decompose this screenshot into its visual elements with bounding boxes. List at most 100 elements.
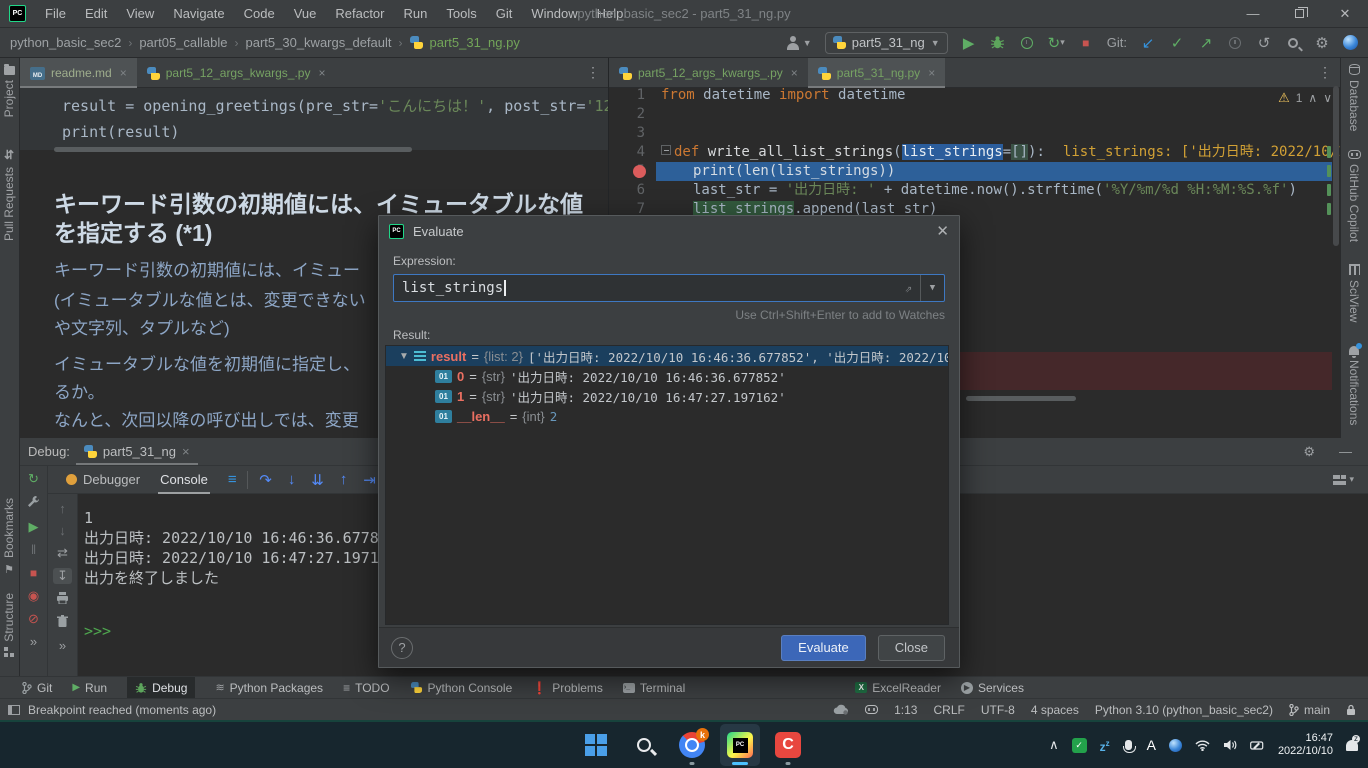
coverage-button[interactable]: ↻▾ [1048, 33, 1065, 53]
code-line-1[interactable]: from datetime import datetime [661, 86, 1340, 105]
toolwindow-services[interactable]: ▶ Services [961, 677, 1024, 699]
next-problem-icon[interactable]: ∨ [1323, 91, 1332, 105]
toolwindow-excelreader[interactable]: X ExcelReader [855, 677, 941, 699]
start-button[interactable] [576, 724, 616, 766]
menu-file[interactable]: File [45, 6, 66, 21]
taskbar-search-button[interactable] [624, 724, 664, 766]
menu-vue[interactable]: Vue [294, 6, 317, 21]
breadcrumb-file[interactable]: part5_31_ng.py [430, 35, 520, 50]
stop-button[interactable]: ■ [30, 566, 37, 580]
more-actions-button[interactable]: » [30, 635, 37, 649]
debug-settings-button[interactable]: ⚙ [1303, 444, 1315, 460]
pen-battery-icon[interactable] [1250, 740, 1265, 751]
close-icon[interactable]: ✕ [936, 222, 949, 240]
toolwindow-python-console[interactable]: Python Console [410, 677, 513, 699]
settings-button[interactable] [27, 495, 40, 511]
sidebar-item-pull-requests[interactable]: ⇵ Pull Requests [2, 148, 16, 241]
ime-mode-indicator[interactable]: A [1147, 737, 1156, 753]
antivirus-tray-icon[interactable]: ✓ [1072, 738, 1087, 753]
git-commit-button[interactable]: ✓ [1169, 33, 1185, 53]
horizontal-scrollbar[interactable] [54, 147, 412, 152]
down-stack-button[interactable]: ↓ [59, 524, 66, 538]
step-into-my-code-button[interactable]: ⇊ [310, 470, 326, 490]
toolwindow-git[interactable]: Git [22, 677, 52, 699]
inspections-widget[interactable]: ⚠ 1 ∧ ∨ [1278, 90, 1332, 106]
tab-part5-12[interactable]: part5_12_args_kwargs_.py × [609, 58, 808, 88]
more-tabs-button[interactable]: ⋮ [1310, 58, 1340, 87]
hide-panel-button[interactable]: — [1339, 444, 1352, 460]
debug-button[interactable] [990, 33, 1006, 53]
toolwindow-todo[interactable]: ≡ TODO [343, 677, 389, 699]
profile-menu-button[interactable]: ▼ [786, 36, 812, 50]
sidebar-item-structure[interactable]: Structure [2, 593, 16, 657]
chevron-down-icon[interactable]: ▼ [399, 351, 409, 362]
code-line-5[interactable]: print(len(list_strings)) [661, 162, 1340, 181]
sidebar-item-github-copilot[interactable]: GitHub Copilot [1347, 150, 1361, 242]
code-line-6[interactable]: last_str = '出力日時: ' + datetime.now().str… [661, 181, 1340, 200]
stop-button[interactable]: ■ [1078, 33, 1094, 53]
close-tab-icon[interactable]: × [928, 66, 935, 80]
menu-window[interactable]: Window [531, 6, 577, 21]
rerun-button[interactable]: ↻ [28, 472, 39, 486]
close-tab-icon[interactable]: × [120, 66, 127, 80]
breadcrumb-project[interactable]: python_basic_sec2 [10, 35, 121, 50]
lock-icon[interactable] [1346, 704, 1356, 716]
horizontal-scrollbar[interactable] [966, 396, 1076, 401]
prev-problem-icon[interactable]: ∧ [1308, 91, 1317, 105]
menu-navigate[interactable]: Navigate [173, 6, 224, 21]
step-over-button[interactable]: ↷ [258, 470, 274, 490]
code-line-4[interactable]: def write_all_list_strings(list_strings=… [661, 143, 1340, 162]
result-child-row[interactable]: 01 1 = {str} '出力日時: 2022/10/10 16:47:27.… [386, 386, 948, 406]
taskbar-chrome[interactable]: k [672, 724, 712, 766]
debug-session-tab[interactable]: part5_31_ng × [84, 444, 190, 459]
menu-run[interactable]: Run [404, 6, 428, 21]
history-dropdown-button[interactable]: ▼ [920, 275, 944, 301]
rollback-button[interactable]: ↺ [1256, 33, 1272, 53]
taskbar-camtasia[interactable]: C [768, 724, 808, 766]
help-button[interactable]: ? [391, 637, 413, 659]
console-output[interactable]: 1 出力日時: 2022/10/10 16:46:36.677852 出力日時:… [84, 508, 397, 588]
result-row[interactable]: ▼ result = {list: 2} ['出力日時: 2022/10/10 … [386, 346, 948, 366]
menu-tools[interactable]: Tools [446, 6, 476, 21]
toolwindow-terminal[interactable]: ›_ Terminal [623, 677, 685, 699]
copilot-status-icon[interactable] [865, 705, 878, 714]
close-tab-icon[interactable]: × [318, 66, 325, 80]
dialog-title-bar[interactable]: PC Evaluate ✕ [379, 216, 959, 246]
view-breakpoints-button[interactable]: ◉ [28, 589, 39, 603]
run-to-cursor-button[interactable]: ⇥ [362, 470, 378, 490]
profile-button[interactable] [1019, 33, 1035, 53]
toolwindow-run[interactable]: ▶ Run [72, 677, 107, 699]
sidebar-item-database[interactable]: Database [1347, 64, 1361, 131]
breadcrumb-package[interactable]: part05_callable [139, 35, 227, 50]
tab-readme[interactable]: MD readme.md × [20, 58, 137, 88]
clear-button[interactable] [57, 615, 68, 631]
wifi-icon[interactable] [1195, 740, 1210, 751]
python-interpreter[interactable]: Python 3.10 (python_basic_sec2) [1095, 703, 1273, 717]
close-tab-icon[interactable]: × [182, 444, 190, 459]
result-child-row[interactable]: 01 __len__ = {int} 2 [386, 406, 948, 426]
close-button[interactable]: Close [878, 635, 945, 661]
resume-button[interactable]: ▶ [29, 520, 39, 534]
menu-git[interactable]: Git [496, 6, 513, 21]
result-tree[interactable]: ▼ result = {list: 2} ['出力日時: 2022/10/10 … [385, 345, 949, 625]
taskbar-clock[interactable]: 16:47 2022/10/10 [1278, 732, 1333, 758]
up-stack-button[interactable]: ↑ [59, 502, 66, 516]
minimize-button[interactable]: — [1230, 0, 1276, 27]
menu-code[interactable]: Code [244, 6, 275, 21]
step-out-button[interactable]: ↑ [336, 470, 352, 490]
run-configuration-select[interactable]: part5_31_ng ▼ [825, 32, 948, 54]
search-everywhere-button[interactable] [1285, 33, 1301, 53]
restore-button[interactable] [1276, 0, 1322, 27]
result-child-row[interactable]: 01 0 = {str} '出力日時: 2022/10/10 16:46:36.… [386, 366, 948, 386]
mute-breakpoints-button[interactable]: ⊘ [28, 612, 39, 626]
toolwindow-debug[interactable]: Debug [127, 677, 195, 699]
scroll-to-end-button[interactable]: ↧ [53, 568, 72, 584]
indent-setting[interactable]: 4 spaces [1031, 703, 1079, 717]
print-button[interactable] [56, 592, 69, 607]
tool-window-layout-icon[interactable] [8, 705, 20, 715]
sidebar-item-sciview[interactable]: SciView [1347, 264, 1361, 322]
line-separator[interactable]: CRLF [933, 703, 964, 717]
fold-icon[interactable] [661, 145, 671, 155]
breakpoint-icon[interactable] [633, 165, 646, 178]
console-prompt[interactable]: >>> [84, 622, 111, 640]
